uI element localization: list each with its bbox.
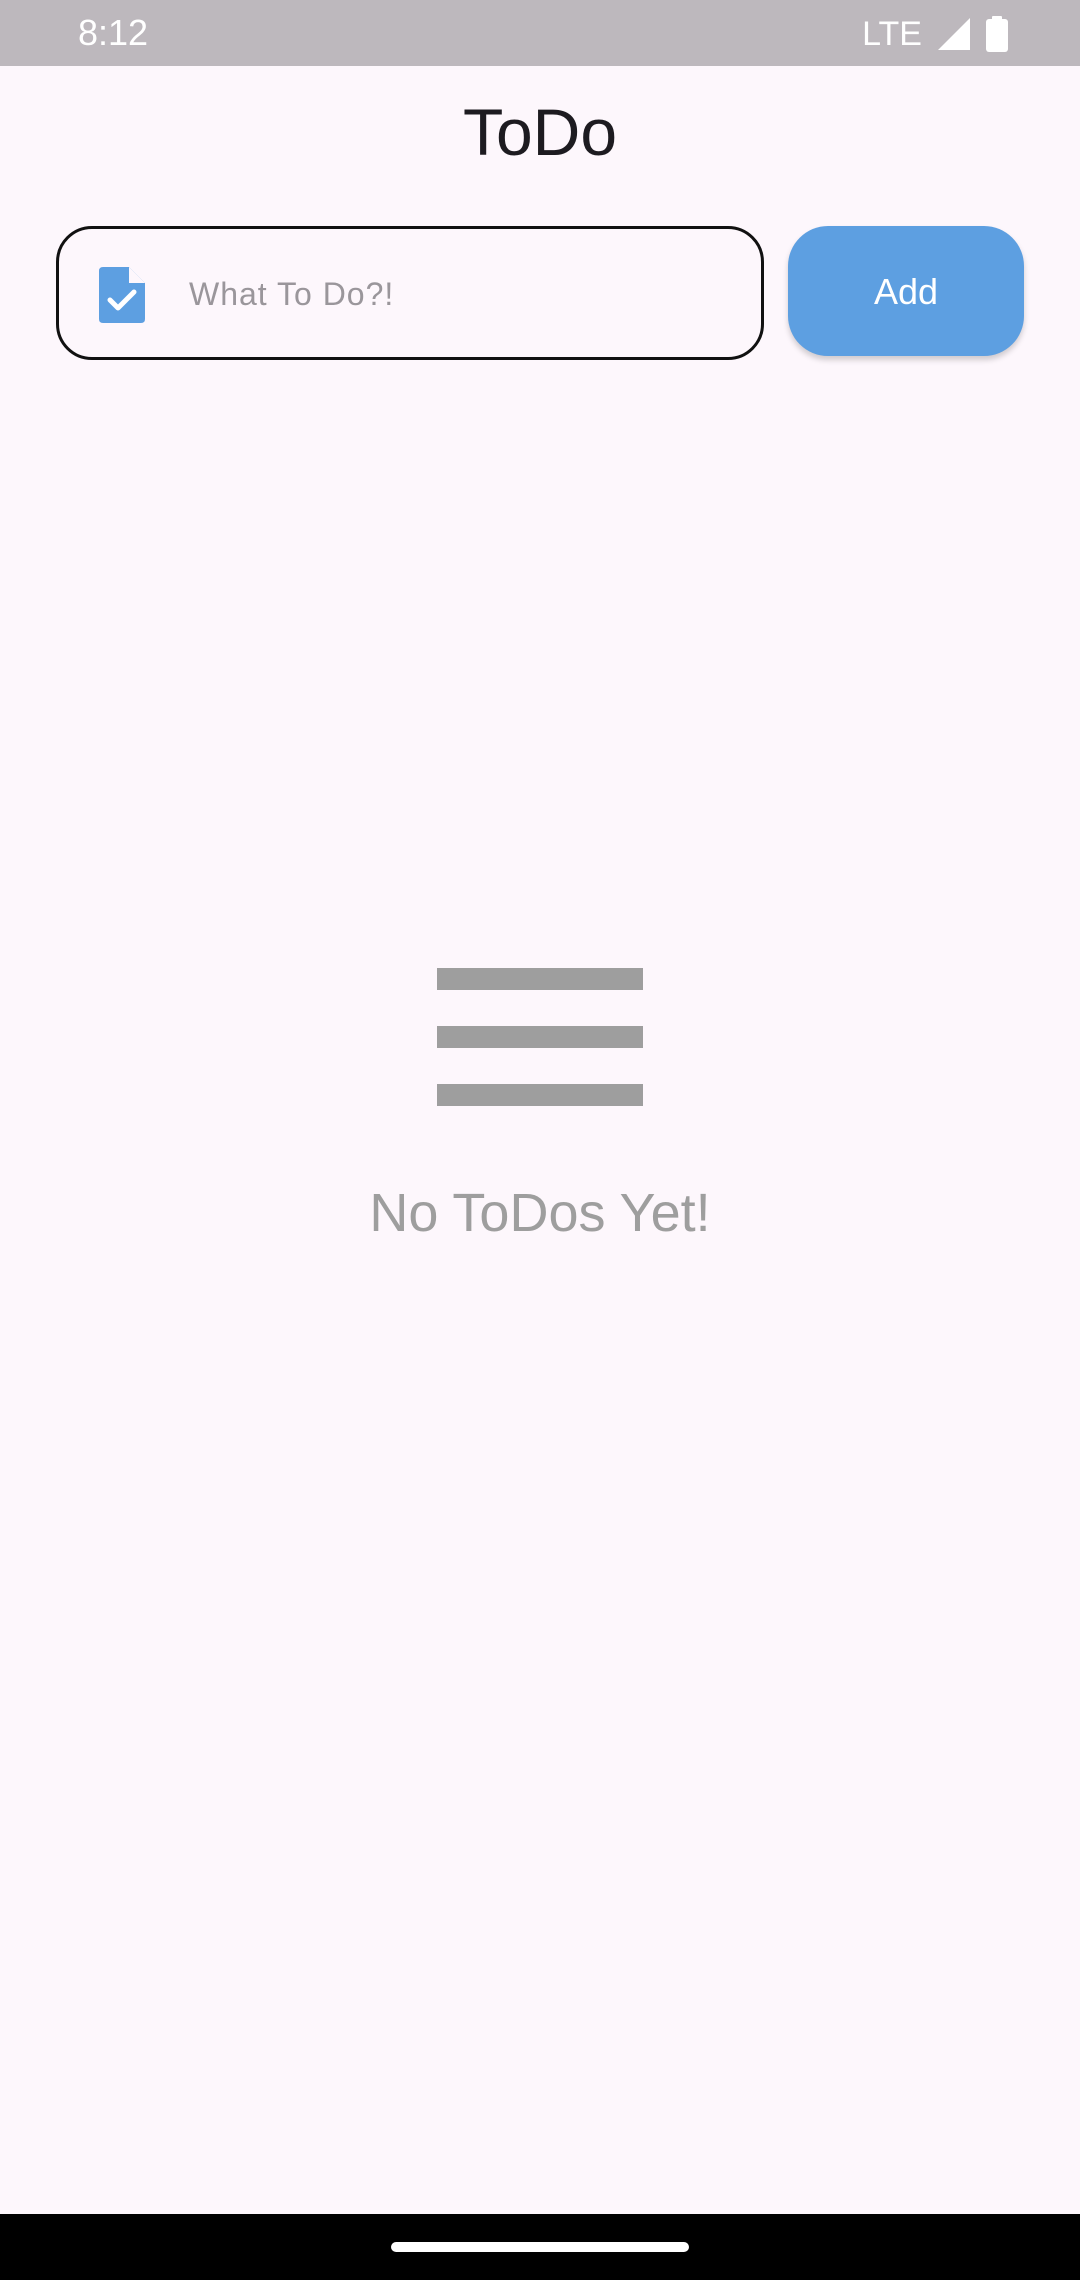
status-icons: LTE: [862, 12, 1008, 56]
system-navigation-bar: [0, 2214, 1080, 2280]
page-title: ToDo: [462, 95, 618, 169]
status-time: 8:12: [78, 12, 149, 53]
signal-icon: [936, 16, 972, 52]
task-document-icon: [99, 267, 145, 323]
todo-input-container[interactable]: [56, 226, 764, 360]
network-type-label: LTE: [862, 15, 922, 53]
battery-icon: [986, 16, 1008, 52]
empty-state-message: No ToDos Yet!: [369, 1183, 711, 1243]
list-lines-icon: [437, 968, 643, 1106]
status-bar: 8:12 LTE: [0, 0, 1080, 66]
todo-input[interactable]: [189, 259, 729, 329]
home-gesture-handle[interactable]: [391, 2242, 689, 2252]
add-button[interactable]: Add: [788, 226, 1024, 356]
